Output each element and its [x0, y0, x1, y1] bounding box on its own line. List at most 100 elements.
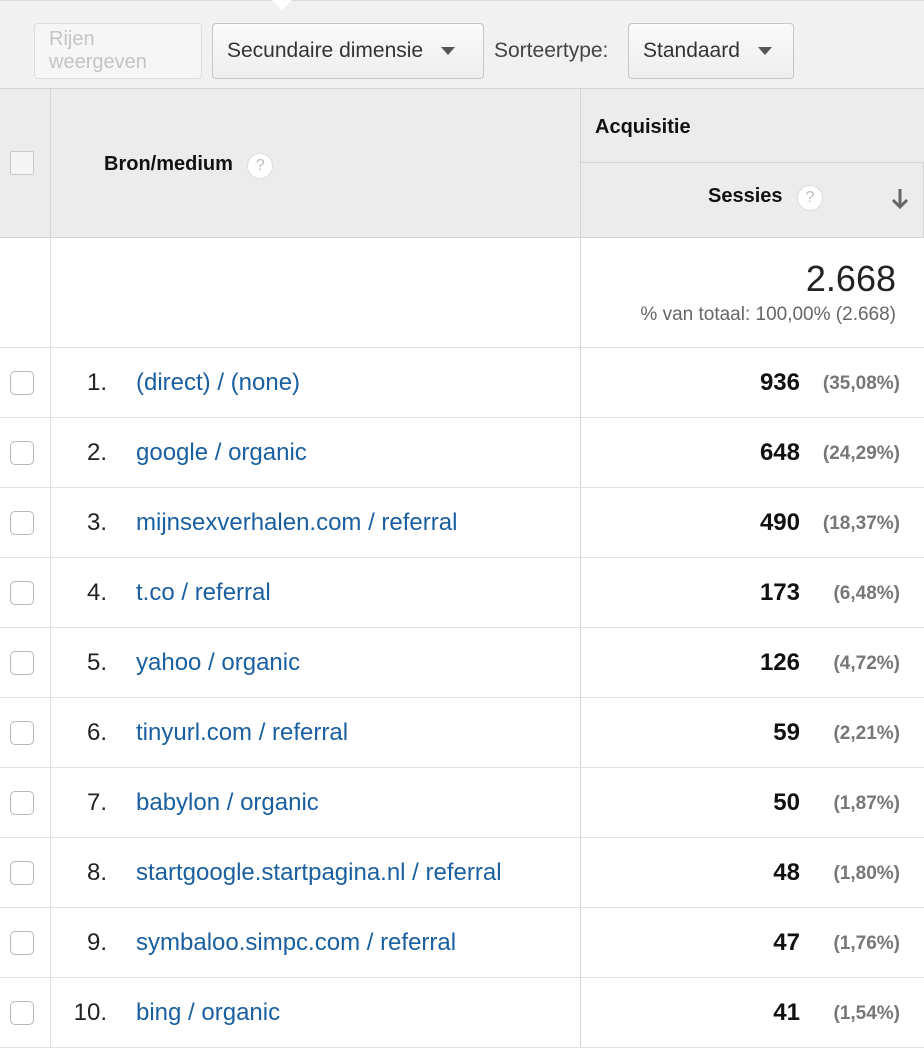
- sessions-percentage: (35,08%): [822, 373, 900, 394]
- row-rank: 1.: [86, 369, 107, 396]
- row-sessions-cell: 48 (1,80%): [581, 838, 924, 907]
- row-name-cell: 3. mijnsexverhalen.com / referral: [51, 488, 581, 557]
- row-rank: 7.: [86, 789, 107, 816]
- table-row: 7. babylon / organic 50 (1,87%): [0, 768, 924, 838]
- row-name-cell: 7. babylon / organic: [51, 768, 581, 837]
- table-row: 3. mijnsexverhalen.com / referral 490 (18,3…: [0, 488, 924, 558]
- source-medium-link[interactable]: (direct) / (none): [136, 369, 300, 397]
- row-name-cell: 2. google / organic: [51, 418, 581, 487]
- row-name-cell: 8. startgoogle.startpagina.nl / referral: [51, 838, 581, 907]
- help-icon[interactable]: ?: [797, 185, 823, 211]
- show-rows-label: Rijen weergeven: [49, 28, 147, 73]
- source-medium-link[interactable]: bing / organic: [136, 999, 280, 1027]
- sessions-percentage: (1,76%): [833, 933, 900, 954]
- row-checkbox[interactable]: [10, 931, 34, 955]
- sessions-percentage: (1,80%): [833, 863, 900, 884]
- row-checkbox-cell: [0, 348, 51, 417]
- row-checkbox[interactable]: [10, 861, 34, 885]
- table-row: 9. symbaloo.simpc.com / referral 47 (1,76%): [0, 908, 924, 978]
- sessions-value: 50: [773, 789, 800, 816]
- row-checkbox-cell: [0, 908, 51, 977]
- source-medium-link[interactable]: google / organic: [136, 439, 307, 467]
- row-sessions-cell: 173 (6,48%): [581, 558, 924, 627]
- help-icon[interactable]: ?: [247, 153, 274, 179]
- dimension-header: Bron/medium ?: [51, 88, 581, 238]
- sessions-value: 41: [773, 999, 800, 1026]
- row-checkbox[interactable]: [10, 581, 34, 605]
- sessions-percentage: (2,21%): [833, 723, 900, 744]
- row-rank: 8.: [86, 859, 107, 886]
- source-medium-link[interactable]: babylon / organic: [136, 789, 319, 817]
- group-header: Acquisitie: [581, 88, 924, 163]
- sessions-value: 648: [759, 439, 800, 466]
- header-checkbox-cell: [0, 88, 51, 238]
- secondary-dimension-dropdown[interactable]: Secundaire dimensie: [212, 23, 484, 79]
- totals-row: 2.668 % van totaal: 100,00% (2.668): [0, 238, 924, 348]
- row-sessions-cell: 490 (18,37%): [581, 488, 924, 557]
- dimension-header-label: Bron/medium: [104, 153, 233, 176]
- row-name-cell: 6. tinyurl.com / referral: [51, 698, 581, 767]
- row-rank: 3.: [86, 509, 107, 536]
- total-sessions-subtext: % van totaal: 100,00% (2.668): [640, 304, 896, 325]
- source-medium-link[interactable]: mijnsexverhalen.com / referral: [136, 509, 457, 537]
- row-sessions-cell: 936 (35,08%): [581, 348, 924, 417]
- table-row: 10. bing / organic 41 (1,54%): [0, 978, 924, 1048]
- select-all-checkbox[interactable]: [10, 151, 34, 175]
- table-row: 5. yahoo / organic 126 (4,72%): [0, 628, 924, 698]
- row-checkbox-cell: [0, 628, 51, 697]
- source-medium-link[interactable]: symbaloo.simpc.com / referral: [136, 929, 456, 957]
- sort-type-dropdown[interactable]: Standaard: [628, 23, 794, 79]
- sessions-percentage: (18,37%): [822, 513, 900, 534]
- show-rows-button[interactable]: Rijen weergeven: [34, 23, 202, 79]
- sessions-percentage: (1,54%): [833, 1003, 900, 1024]
- row-rank: 5.: [86, 649, 107, 676]
- row-sessions-cell: 126 (4,72%): [581, 628, 924, 697]
- sessions-value: 936: [759, 369, 800, 396]
- row-checkbox-cell: [0, 768, 51, 837]
- source-medium-link[interactable]: startgoogle.startpagina.nl / referral: [136, 859, 502, 887]
- chevron-down-icon: [441, 47, 456, 55]
- row-rank: 2.: [86, 439, 107, 466]
- sessions-percentage: (4,72%): [833, 653, 900, 674]
- row-checkbox-cell: [0, 488, 51, 557]
- table-row: 8. startgoogle.startpagina.nl / referral 4…: [0, 838, 924, 908]
- row-checkbox[interactable]: [10, 1001, 34, 1025]
- table-row: 1. (direct) / (none) 936 (35,08%): [0, 348, 924, 418]
- row-checkbox[interactable]: [10, 651, 34, 675]
- row-checkbox[interactable]: [10, 721, 34, 745]
- row-rank: 4.: [86, 579, 107, 606]
- table-row: 6. tinyurl.com / referral 59 (2,21%): [0, 698, 924, 768]
- row-checkbox[interactable]: [10, 441, 34, 465]
- group-header-label: Acquisitie: [595, 116, 691, 138]
- row-sessions-cell: 41 (1,54%): [581, 978, 924, 1047]
- table-row: 2. google / organic 648 (24,29%): [0, 418, 924, 488]
- row-name-cell: 1. (direct) / (none): [51, 348, 581, 417]
- sessions-value: 48: [773, 859, 800, 886]
- row-sessions-cell: 47 (1,76%): [581, 908, 924, 977]
- row-checkbox[interactable]: [10, 511, 34, 535]
- row-checkbox-cell: [0, 838, 51, 907]
- totals-checkbox-cell: [0, 238, 51, 348]
- secondary-dimension-label: Secundaire dimensie: [227, 39, 424, 62]
- row-rank: 9.: [86, 929, 107, 956]
- metric-header-label: Sessies: [708, 185, 783, 208]
- sort-descending-icon[interactable]: [891, 188, 909, 210]
- table-toolbar: Rijen weergeven Secundaire dimensie Sort…: [0, 0, 924, 88]
- table-row: 4. t.co / referral 173 (6,48%): [0, 558, 924, 628]
- row-sessions-cell: 50 (1,87%): [581, 768, 924, 837]
- sessions-percentage: (1,87%): [833, 793, 900, 814]
- sessions-value: 490: [759, 509, 800, 536]
- row-checkbox-cell: [0, 558, 51, 627]
- row-sessions-cell: 648 (24,29%): [581, 418, 924, 487]
- tooltip-notch: [272, 0, 292, 10]
- source-medium-link[interactable]: yahoo / organic: [136, 649, 300, 677]
- source-medium-link[interactable]: tinyurl.com / referral: [136, 719, 348, 747]
- row-checkbox[interactable]: [10, 371, 34, 395]
- source-medium-link[interactable]: t.co / referral: [136, 579, 271, 607]
- sort-type-value: Standaard: [643, 39, 740, 62]
- total-sessions-value: 2.668: [805, 258, 896, 299]
- row-checkbox[interactable]: [10, 791, 34, 815]
- sessions-value: 126: [759, 649, 800, 676]
- row-name-cell: 4. t.co / referral: [51, 558, 581, 627]
- metric-header[interactable]: Sessies ?: [581, 163, 924, 238]
